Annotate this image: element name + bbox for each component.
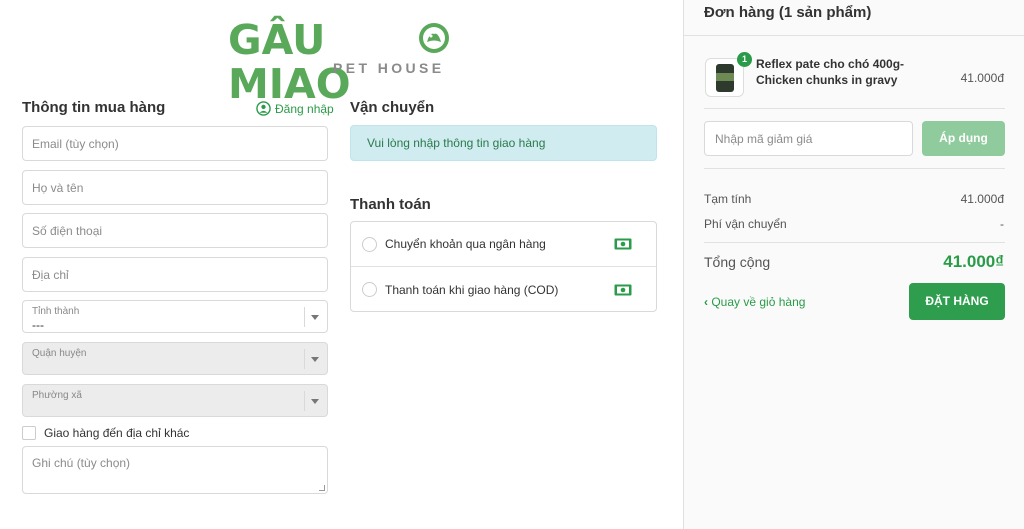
customer-info-title: Thông tin mua hàng	[22, 99, 166, 116]
fullname-field-wrap	[22, 170, 328, 205]
payment-option-label: Thanh toán khi giao hàng (COD)	[385, 282, 559, 297]
product-image-label	[716, 73, 734, 81]
address-field-wrap	[22, 257, 328, 292]
ward-label: Phường xã	[32, 390, 82, 401]
fullname-field[interactable]	[23, 171, 327, 204]
other-address-label: Giao hàng đến địa chỉ khác	[44, 426, 190, 440]
district-label: Quận huyện	[32, 348, 87, 359]
order-summary: Đơn hàng (1 sản phẩm) 1 Reflex pate cho …	[683, 0, 1024, 529]
phone-field-wrap	[22, 213, 328, 248]
order-title: Đơn hàng (1 sản phẩm)	[704, 4, 872, 21]
store-logo[interactable]: GÂU MIAO PET HOUSE	[228, 18, 453, 106]
select-divider	[304, 307, 305, 327]
divider	[704, 168, 1005, 169]
other-address-option[interactable]: Giao hàng đến địa chỉ khác	[22, 426, 189, 440]
divider	[704, 108, 1005, 109]
address-field[interactable]	[23, 258, 327, 291]
checkout-page: GÂU MIAO PET HOUSE Thông tin mua hàng Đă…	[0, 0, 1024, 529]
checkout-main: GÂU MIAO PET HOUSE Thông tin mua hàng Đă…	[0, 0, 683, 529]
discount-field-wrap	[704, 121, 913, 156]
divider	[704, 242, 1005, 243]
province-value: ---	[32, 318, 44, 332]
phone-field[interactable]	[23, 214, 327, 247]
apply-discount-button[interactable]: Áp dụng	[922, 121, 1005, 156]
shipping-fee-value: -	[1000, 217, 1004, 231]
shipping-info-alert: Vui lòng nhập thông tin giao hàng	[350, 125, 657, 161]
province-select[interactable]: Tỉnh thành ---	[22, 300, 328, 333]
back-to-cart-label: Quay về giỏ hàng	[711, 295, 806, 309]
email-field-wrap	[22, 126, 328, 161]
payment-option-bank[interactable]: Chuyển khoản qua ngân hàng	[351, 222, 656, 267]
chevron-down-icon	[311, 357, 319, 362]
logo-tagline: PET HOUSE	[333, 60, 445, 76]
payment-option-cod[interactable]: Thanh toán khi giao hàng (COD)	[351, 267, 656, 312]
back-to-cart-link[interactable]: ‹ Quay về giỏ hàng	[704, 295, 805, 309]
other-address-checkbox[interactable]	[22, 426, 36, 440]
payment-radio[interactable]	[362, 236, 377, 252]
payment-methods: Chuyển khoản qua ngân hàng Thanh toán kh…	[350, 221, 657, 312]
login-link[interactable]: Đăng nhập	[256, 101, 334, 116]
ward-select[interactable]: Phường xã	[22, 384, 328, 417]
quantity-badge: 1	[737, 52, 752, 67]
place-order-button[interactable]: ĐẶT HÀNG	[909, 283, 1005, 320]
total-value: 41.000₫	[943, 252, 1004, 271]
select-divider	[304, 391, 305, 411]
shipping-title: Vận chuyển	[350, 99, 435, 116]
subtotal-value: 41.000đ	[960, 192, 1004, 206]
total-label: Tổng cộng	[704, 254, 771, 270]
chevron-down-icon	[311, 315, 319, 320]
discount-code-input[interactable]	[705, 122, 912, 155]
pet-logo-icon	[419, 23, 449, 53]
payment-option-label: Chuyển khoản qua ngân hàng	[385, 237, 546, 251]
login-label: Đăng nhập	[275, 101, 334, 116]
cash-icon	[614, 284, 632, 295]
subtotal-label: Tạm tính	[704, 192, 752, 206]
select-divider	[304, 349, 305, 369]
resize-handle[interactable]	[319, 485, 325, 491]
payment-radio[interactable]	[362, 282, 377, 297]
product-name: Reflex pate cho chó 400g-Chicken chunks …	[756, 57, 905, 87]
cash-icon	[614, 238, 632, 250]
province-label: Tỉnh thành	[32, 306, 80, 317]
note-field-wrap	[22, 446, 328, 494]
payment-title: Thanh toán	[350, 196, 431, 213]
note-field[interactable]	[23, 447, 327, 493]
divider	[684, 35, 1024, 36]
user-circle-icon	[256, 101, 271, 116]
email-field[interactable]	[23, 127, 327, 160]
shipping-fee-label: Phí vận chuyển	[704, 217, 787, 231]
district-select[interactable]: Quận huyện	[22, 342, 328, 375]
product-price: 41.000đ	[960, 71, 1004, 85]
chevron-down-icon	[311, 399, 319, 404]
